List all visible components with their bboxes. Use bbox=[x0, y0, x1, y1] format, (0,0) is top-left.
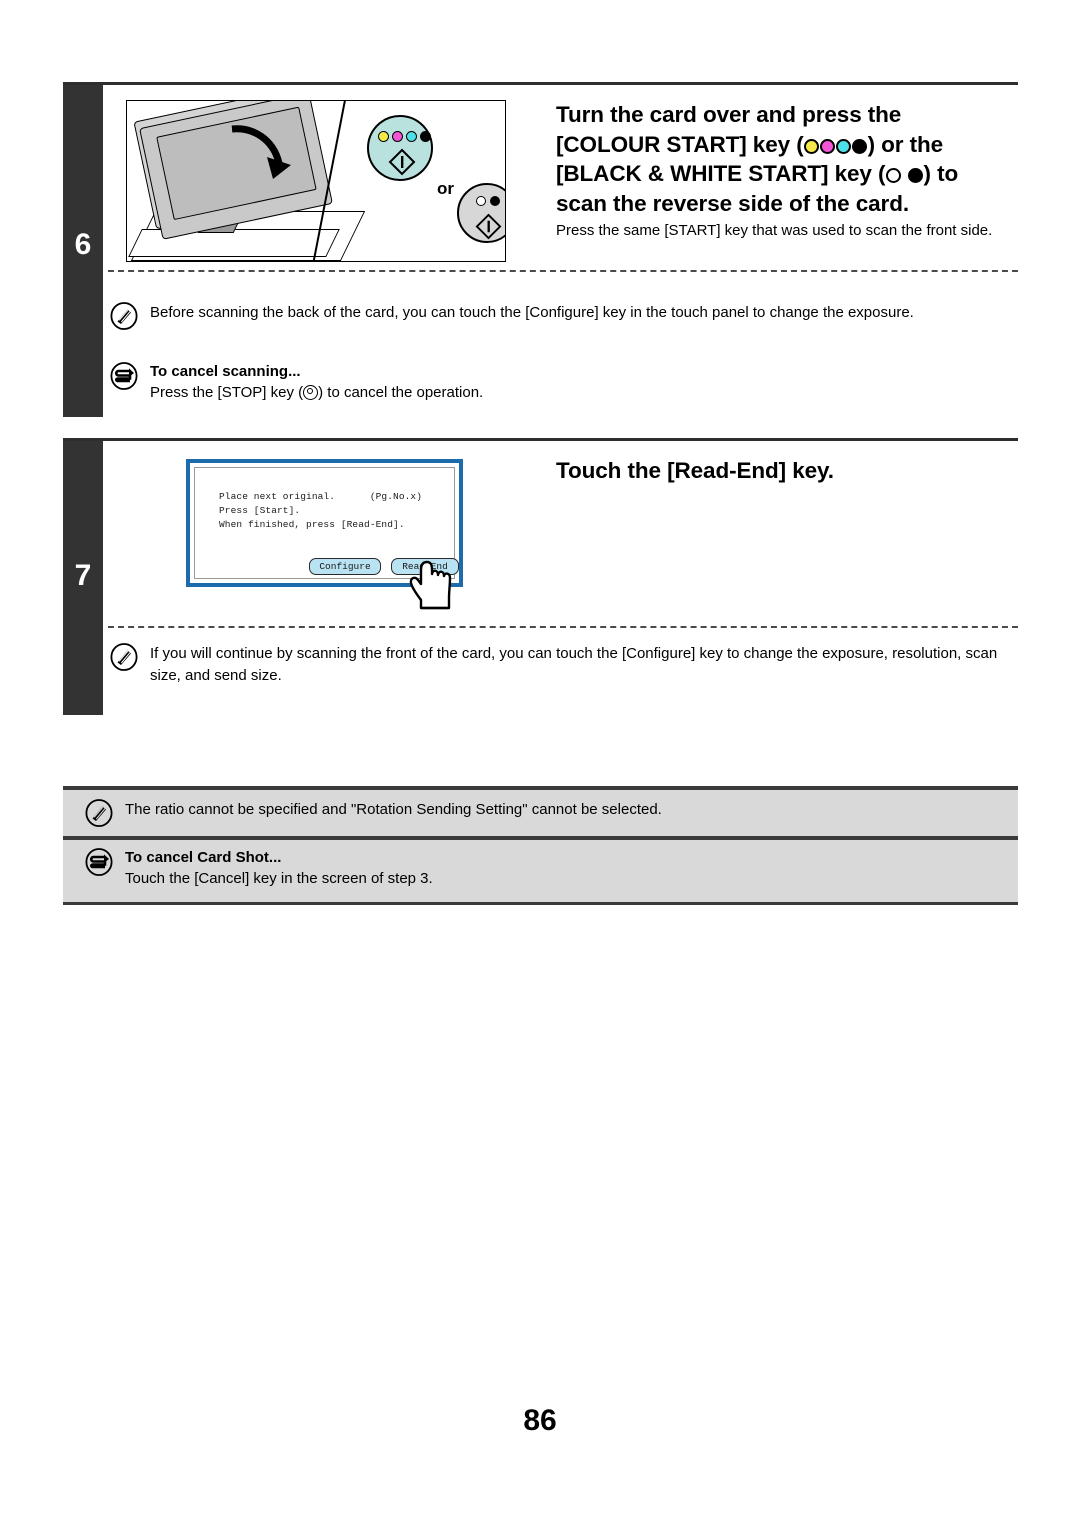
dot-yellow bbox=[804, 138, 820, 154]
footer-note-2-box: To cancel Card Shot... Touch the [Cancel… bbox=[63, 840, 1018, 902]
step-6-heading-line-4: scan the reverse side of the card. bbox=[556, 190, 910, 216]
step-6-heading: Turn the card over and press the [COLOUR… bbox=[556, 100, 1026, 218]
step-6-heading-line-2: [COLOUR START] key ( bbox=[556, 131, 804, 157]
panel-line-3: When finished, press [Read-End]. bbox=[219, 519, 405, 530]
cancel-arrow-icon bbox=[85, 848, 113, 876]
panel-line-1: Place next original. (Pg.No.x) bbox=[219, 491, 423, 502]
cancel-arrow-icon bbox=[110, 362, 138, 390]
step-6-note-2-title: To cancel scanning... bbox=[150, 363, 301, 380]
dot-black bbox=[490, 196, 500, 206]
dot-cyan bbox=[836, 138, 852, 154]
step-6-subtext: Press the same [START] key that was used… bbox=[556, 222, 993, 239]
footer-bottom-rule bbox=[63, 902, 1018, 905]
dot-yellow bbox=[378, 131, 389, 142]
step-6-note-1: Before scanning the back of the card, yo… bbox=[110, 302, 1010, 330]
dot-black bbox=[852, 138, 868, 154]
step-6-dashed-separator bbox=[108, 270, 1018, 272]
footer-note-1-box: The ratio cannot be specified and "Rotat… bbox=[63, 790, 1018, 836]
close-lid-arrow-icon bbox=[231, 125, 291, 179]
step-7-number-bar: 7 bbox=[63, 441, 103, 715]
cancel-text-before: Press the [STOP] key ( bbox=[150, 384, 304, 401]
step-6-illustration: or bbox=[126, 100, 506, 262]
step-7-top-rule bbox=[63, 438, 1018, 441]
black-white-start-key bbox=[457, 183, 505, 243]
step-7-note-1-text: If you will continue by scanning the fro… bbox=[150, 645, 998, 684]
step-6-heading-line-3b: ) to bbox=[923, 161, 959, 186]
step-7-note-1: If you will continue by scanning the fro… bbox=[110, 643, 1010, 686]
colour-start-key bbox=[367, 115, 433, 181]
step-6-note-2-text: Press the [STOP] key ( ) to cancel the op… bbox=[150, 382, 483, 404]
dot-black bbox=[908, 168, 924, 183]
step-7-heading: Touch the [Read-End] key. bbox=[556, 458, 834, 483]
step-6-number: 6 bbox=[74, 228, 92, 261]
manual-page: 6 or Turn the card over and press the [C… bbox=[0, 0, 1080, 1528]
step-6-note-2: To cancel scanning... Press the [STOP] k… bbox=[110, 362, 1010, 404]
colour-key-dots bbox=[378, 131, 431, 142]
panel-line-2: Press [Start]. bbox=[219, 505, 301, 516]
dot-magenta bbox=[392, 131, 403, 142]
page-number: 86 bbox=[523, 1404, 557, 1437]
hand-pointer-icon bbox=[409, 560, 452, 610]
footer-note-1: The ratio cannot be specified and "Rotat… bbox=[85, 799, 985, 827]
footer-note-2-title: To cancel Card Shot... bbox=[125, 849, 282, 866]
cancel-text-after: ) to cancel the operation. bbox=[318, 384, 484, 401]
step-6-heading-line-2b: ) or the bbox=[867, 131, 944, 157]
or-label: or bbox=[437, 179, 454, 198]
pencil-note-icon bbox=[85, 799, 113, 827]
step-6-heading-line-3: [BLACK & WHITE START] key ( bbox=[556, 161, 886, 186]
step-6-top-rule bbox=[63, 82, 1018, 85]
stop-key-icon bbox=[303, 385, 319, 400]
pencil-note-icon bbox=[110, 643, 138, 671]
step-7-number: 7 bbox=[74, 559, 92, 592]
pencil-note-icon bbox=[110, 302, 138, 330]
footer-note-2: To cancel Card Shot... Touch the [Cancel… bbox=[85, 848, 985, 890]
dot-magenta bbox=[820, 138, 836, 154]
start-diamond-icon bbox=[475, 213, 502, 240]
bw-key-dots bbox=[476, 196, 500, 206]
dot-black bbox=[420, 131, 431, 142]
dot-cyan bbox=[406, 131, 417, 142]
start-diamond-icon bbox=[388, 148, 416, 176]
step-7-dashed-separator bbox=[108, 626, 1018, 628]
step-6-number-bar: 6 bbox=[63, 85, 103, 417]
dot-white bbox=[885, 168, 901, 183]
step-6-note-1-text: Before scanning the back of the card, yo… bbox=[150, 304, 914, 321]
dot-white bbox=[476, 196, 486, 206]
scanner-base-front bbox=[128, 229, 340, 257]
step-6-heading-line-1: Turn the card over and press the bbox=[556, 102, 902, 127]
footer-note-2-text: Touch the [Cancel] key in the screen of … bbox=[125, 870, 433, 887]
configure-button[interactable]: Configure bbox=[309, 558, 381, 575]
footer-note-1-text: The ratio cannot be specified and "Rotat… bbox=[125, 801, 662, 818]
